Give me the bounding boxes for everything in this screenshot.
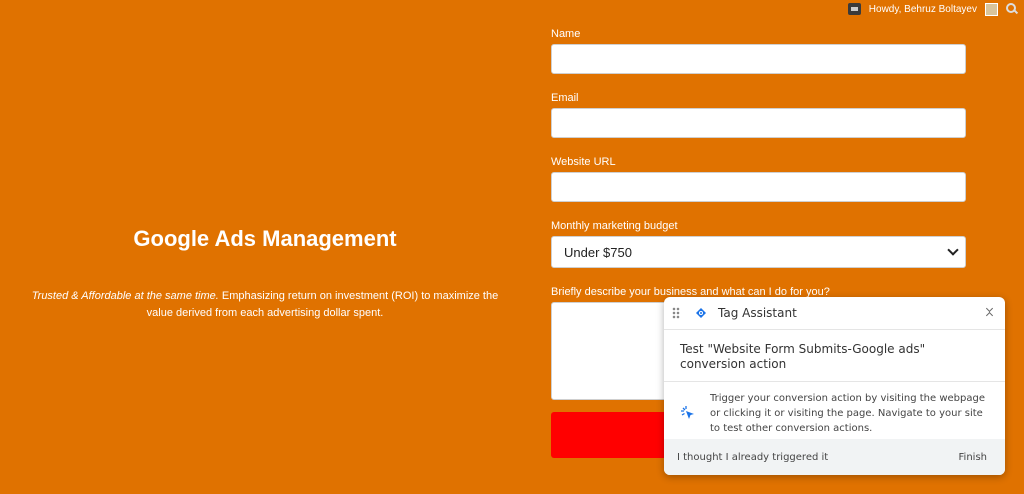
admin-bar: Howdy, Behruz Boltayev — [847, 0, 1024, 18]
budget-select[interactable]: Under $750 — [551, 236, 966, 268]
tag-assistant-subtitle: Test "Website Form Submits-Google ads" c… — [664, 330, 1005, 382]
cursor-click-icon — [681, 406, 694, 419]
tag-assistant-body: Trigger your conversion action by visiti… — [664, 382, 1005, 444]
name-label: Name — [551, 28, 581, 40]
collapse-icon[interactable] — [985, 306, 995, 320]
budget-selected-value: Under $750 — [564, 244, 632, 260]
finish-button[interactable]: Finish — [959, 452, 987, 463]
page-title: Google Ads Management — [133, 226, 397, 251]
hero-section: Google Ads Management Trusted & Affordab… — [20, 200, 510, 322]
chevron-down-icon — [947, 244, 959, 256]
already-triggered-link[interactable]: I thought I already triggered it — [677, 452, 828, 463]
email-label: Email — [551, 92, 579, 104]
tag-assistant-header: Tag Assistant — [664, 297, 1005, 330]
tag-assistant-title: Tag Assistant — [718, 306, 797, 320]
email-field[interactable] — [551, 108, 966, 138]
website-url-field[interactable] — [551, 172, 966, 202]
budget-label: Monthly marketing budget — [551, 220, 678, 232]
drag-handle-icon[interactable] — [672, 307, 680, 319]
avatar[interactable] — [985, 2, 998, 16]
tagline-italic: Trusted & Affordable at the same time. — [31, 290, 219, 302]
howdy-greeting[interactable]: Howdy, Behruz Boltayev — [869, 4, 977, 15]
tag-assistant-logo-icon — [696, 308, 706, 318]
search-icon[interactable] — [1006, 3, 1018, 15]
tag-assistant-panel: Tag Assistant Test "Website Form Submits… — [664, 297, 1005, 475]
comment-icon[interactable] — [847, 3, 861, 15]
name-field[interactable] — [551, 44, 966, 74]
tag-assistant-footer: I thought I already triggered it Finish — [664, 439, 1005, 475]
hero-tagline: Trusted & Affordable at the same time. E… — [20, 288, 510, 322]
tag-assistant-instructions: Trigger your conversion action by visiti… — [710, 393, 985, 434]
website-url-label: Website URL — [551, 156, 616, 168]
